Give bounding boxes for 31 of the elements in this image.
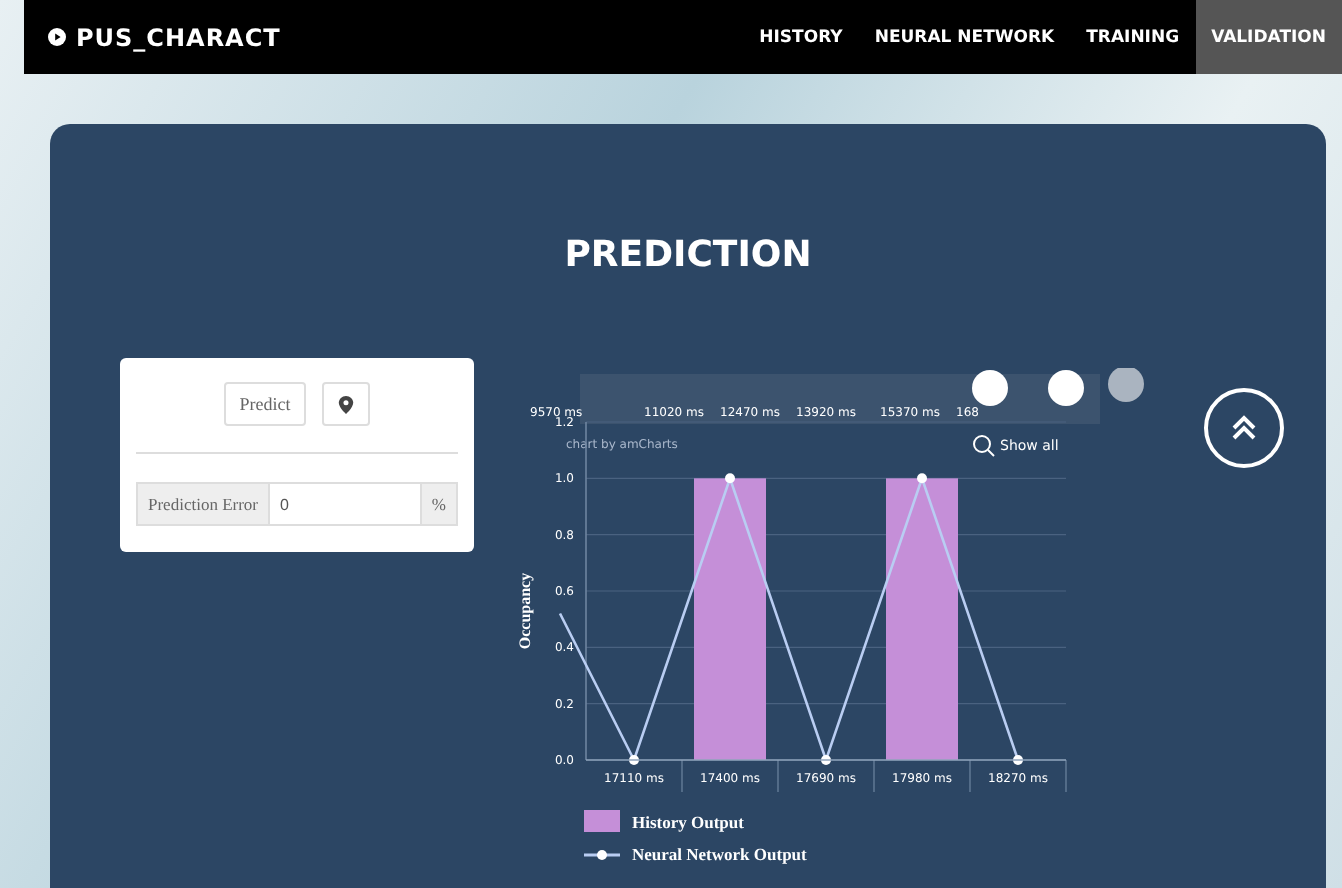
brand-title[interactable]: PUS_CHARACT [48, 0, 744, 74]
scrollbar-grip[interactable] [1048, 370, 1084, 406]
legend-line-icon [584, 847, 620, 861]
line-point [1013, 755, 1023, 765]
line-point [917, 473, 927, 484]
nav-link[interactable]: TRAINING [1070, 0, 1196, 74]
section-title: PREDICTION [564, 234, 812, 276]
line-point [629, 755, 639, 765]
line-point [821, 755, 831, 765]
play-circle-icon [48, 28, 66, 46]
nav-link[interactable]: NEURAL NETWORK [858, 0, 1071, 74]
line-point [725, 473, 735, 484]
legend-label: Neural Network Output [632, 844, 807, 864]
legend-item[interactable]: History Output [584, 810, 1150, 832]
scroll-to-top-button[interactable] [1204, 388, 1284, 468]
prediction-error-label: Prediction Error [136, 482, 270, 526]
predict-button[interactable]: Predict [223, 382, 307, 426]
double-chevron-up-icon [1230, 414, 1258, 442]
nav-link[interactable]: HISTORY [743, 0, 859, 74]
y-axis-title: Occupancy [516, 572, 534, 650]
prediction-error-field[interactable]: 0 [270, 482, 420, 526]
legend-swatch-icon [584, 810, 620, 832]
scrollbar-handle[interactable] [1108, 368, 1144, 402]
legend-label: History Output [632, 811, 744, 831]
legend-item[interactable]: Neural Network Output [584, 844, 1150, 864]
location-button[interactable] [322, 382, 371, 426]
percent-unit: % [419, 482, 458, 526]
scrollbar-grip[interactable] [972, 370, 1008, 406]
zoom-icon[interactable] [973, 435, 995, 457]
map-pin-icon [338, 395, 355, 413]
nav-link[interactable]: VALIDATION [1195, 0, 1342, 74]
